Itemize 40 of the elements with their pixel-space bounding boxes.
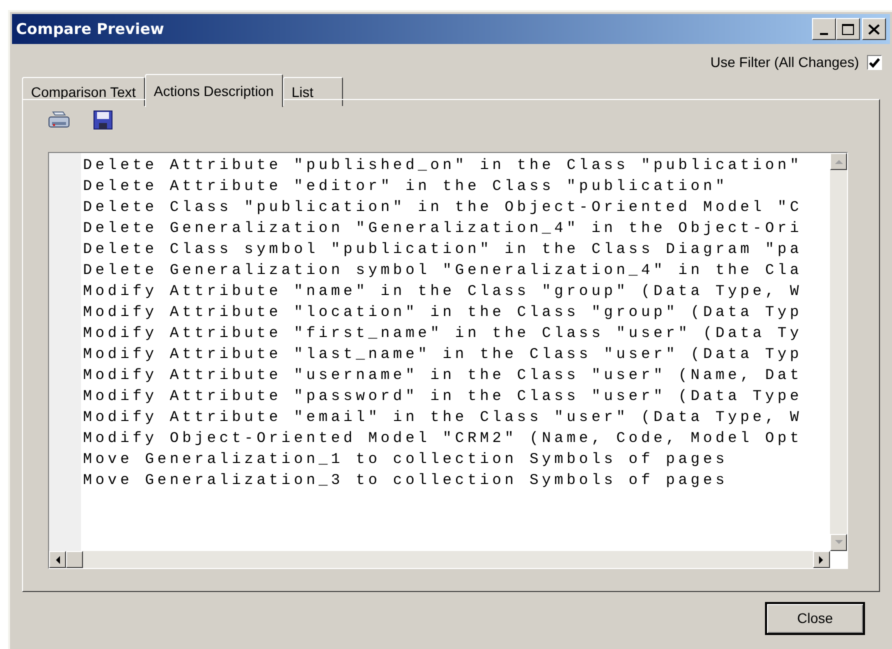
action-line: Delete Class "publication" in the Object-Oriented Model "C [83, 198, 804, 218]
action-line: Modify Attribute "first_name" in the Class "user" (Data Ty [83, 324, 804, 344]
action-line: Modify Attribute "last_name" in the Class "user" (Data Typ [83, 345, 804, 365]
maximize-button[interactable] [836, 18, 860, 40]
right-arrow-icon [819, 556, 824, 564]
action-line: Modify Attribute "email" in the Class "user" (Data Type, W [83, 408, 804, 428]
left-arrow-icon [55, 556, 60, 564]
scroll-up-button[interactable] [830, 153, 847, 170]
window-title: Compare Preview [16, 18, 164, 40]
close-button[interactable]: Close [765, 602, 865, 635]
action-line: Delete Attribute "editor" in the Class "publication" [83, 177, 729, 197]
scroll-left-button[interactable] [49, 551, 66, 568]
action-line: Delete Class symbol "publication" in the Class Diagram "pa [83, 240, 804, 260]
action-line: Modify Attribute "username" in the Class "user" (Name, Dat [83, 366, 804, 386]
action-line: Modify Attribute "password" in the Class "user" (Data Type [83, 387, 804, 407]
action-line: Modify Attribute "location" in the Class "group" (Data Typ [83, 303, 804, 323]
scroll-right-button[interactable] [813, 551, 830, 568]
minimize-button[interactable] [812, 18, 836, 40]
scroll-down-button[interactable] [830, 534, 847, 551]
action-line: Delete Generalization "Generalization_4" in the Object-Ori [83, 219, 804, 239]
tab[interactable]: Actions Description [144, 74, 283, 107]
action-line: Move Generalization_1 to collection Symbols of pages [83, 450, 729, 470]
action-line: Modify Object-Oriented Model "CRM2" (Name, Code, Model Opt [83, 429, 804, 449]
scroll-thumb[interactable] [66, 551, 83, 568]
tab[interactable]: List [282, 77, 343, 106]
action-line: Modify Attribute "name" in the Class "group" (Data Type, W [83, 282, 804, 302]
filter-checkbox[interactable] [867, 55, 882, 70]
action-line: Delete Generalization symbol "Generalization_4" in the Cla [83, 261, 804, 281]
up-arrow-icon [834, 159, 842, 164]
printer-icon[interactable] [48, 110, 70, 130]
close-icon[interactable] [862, 18, 886, 40]
action-line: Delete Attribute "published_on" in the Class "publication" [83, 156, 804, 176]
horizontal-scrollbar[interactable] [49, 551, 830, 568]
action-line: Move Generalization_3 to collection Symbols of pages [83, 471, 729, 491]
text-area[interactable] [48, 152, 848, 569]
vertical-scrollbar[interactable] [830, 153, 847, 551]
tab[interactable]: Comparison Text [22, 77, 145, 106]
filter-label: Use Filter (All Changes) [710, 53, 859, 72]
save-icon[interactable] [93, 110, 113, 130]
down-arrow-icon [834, 540, 842, 545]
